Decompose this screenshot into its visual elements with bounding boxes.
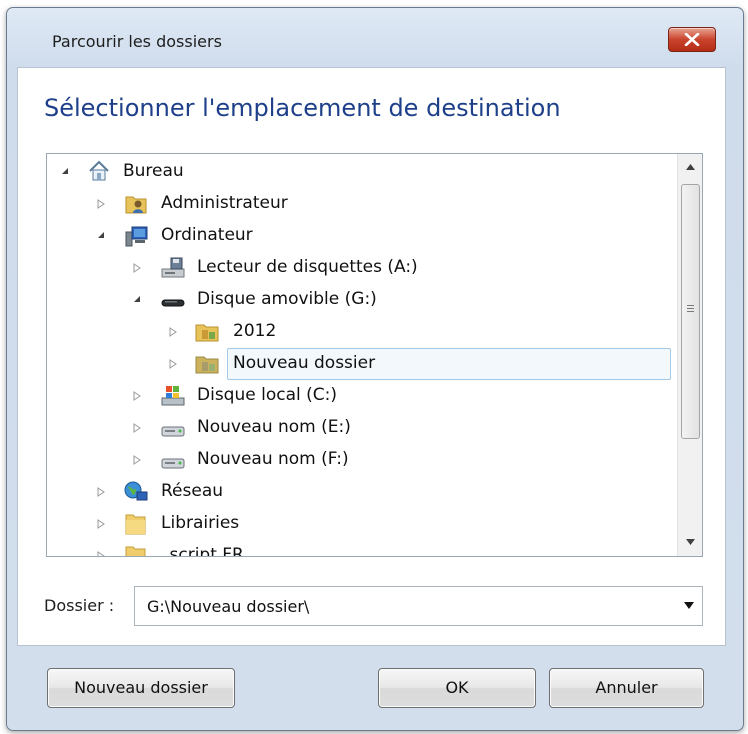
- hard-drive-icon: [161, 458, 185, 469]
- collapsed-arrow-icon[interactable]: [97, 199, 105, 209]
- scroll-thumb[interactable]: [681, 184, 700, 439]
- tree-item-disque-local[interactable]: Disque local (C:): [47, 380, 667, 410]
- tree-item-label: Administrateur: [161, 193, 288, 213]
- tree-item-2012[interactable]: 2012: [47, 316, 667, 346]
- scroll-down-arrow-icon: [686, 539, 695, 545]
- grip-line: [687, 305, 694, 306]
- tree-item-bureau[interactable]: Bureau: [47, 156, 667, 186]
- tree-item-ordinateur[interactable]: Ordinateur: [47, 220, 667, 250]
- collapsed-arrow-icon[interactable]: [133, 263, 141, 273]
- network-icon: [124, 481, 148, 501]
- close-button[interactable]: [668, 27, 716, 52]
- tree-item-label: 2012: [233, 321, 277, 341]
- system-drive-icon: [161, 386, 185, 406]
- tree-item-label: Nouveau nom (E:): [197, 417, 351, 437]
- folder-field-label: Dossier :: [44, 596, 115, 615]
- hard-drive-icon: [161, 426, 185, 437]
- ok-button[interactable]: OK: [378, 668, 536, 708]
- tree-item-nouveau-nom-f[interactable]: Nouveau nom (F:): [47, 444, 667, 474]
- folder-tree[interactable]: Bureau Administrateur Ordinateur Lecteur…: [46, 153, 703, 557]
- instruction-heading: Sélectionner l'emplacement de destinatio…: [44, 94, 561, 122]
- tree-item-administrateur[interactable]: Administrateur: [47, 188, 667, 218]
- tree-item-label: Lecteur de disquettes (A:): [197, 257, 418, 277]
- scroll-up-arrow-icon: [686, 164, 695, 170]
- grip-line: [687, 308, 694, 309]
- tree-item-label: Réseau: [161, 481, 224, 501]
- grip-line: [687, 311, 694, 312]
- user-folder-icon: [125, 196, 147, 214]
- tree-item-reseau[interactable]: Réseau: [47, 476, 667, 506]
- tree-item-label: Bureau: [123, 161, 184, 181]
- new-folder-button[interactable]: Nouveau dossier: [47, 668, 235, 708]
- collapsed-arrow-icon[interactable]: [133, 391, 141, 401]
- computer-icon: [125, 226, 148, 247]
- tree-item-label: Nouveau nom (F:): [197, 449, 349, 469]
- tree-item-librairies[interactable]: Librairies: [47, 508, 667, 538]
- scroll-down-button[interactable]: [678, 530, 702, 556]
- scroll-up-button[interactable]: [678, 154, 702, 180]
- collapsed-arrow-icon[interactable]: [97, 551, 105, 557]
- tree-item-nouveau-nom-e[interactable]: Nouveau nom (E:): [47, 412, 667, 442]
- tree-item-label: _script FR: [161, 545, 244, 557]
- tree-item-nouveau-dossier[interactable]: Nouveau dossier: [47, 348, 667, 378]
- collapsed-arrow-icon[interactable]: [169, 359, 177, 369]
- tree-item-label: Ordinateur: [161, 225, 253, 245]
- vertical-scrollbar[interactable]: [677, 154, 702, 556]
- folder-path-value[interactable]: G:\Nouveau dossier\: [147, 597, 309, 616]
- collapsed-arrow-icon[interactable]: [133, 423, 141, 433]
- collapsed-arrow-icon[interactable]: [169, 327, 177, 337]
- folder-icon: [195, 356, 219, 374]
- tree-item-label: Disque local (C:): [197, 385, 337, 405]
- desktop-home-icon: [89, 160, 109, 181]
- removable-drive-icon: [161, 299, 185, 307]
- collapsed-arrow-icon[interactable]: [97, 487, 105, 497]
- folder-icon: [125, 514, 146, 535]
- folder-icon: [195, 324, 219, 342]
- tree-item-label: Nouveau dossier: [233, 353, 376, 373]
- tree-item-label: Librairies: [161, 513, 240, 533]
- floppy-drive-icon: [161, 257, 185, 278]
- expanded-arrow-icon[interactable]: [97, 231, 105, 239]
- tree-item-label: Disque amovible (G:): [197, 289, 377, 309]
- expanded-arrow-icon[interactable]: [133, 295, 141, 303]
- tree-item-disque-amovible[interactable]: Disque amovible (G:): [47, 284, 667, 314]
- tree-item-lecteur-disquettes[interactable]: Lecteur de disquettes (A:): [47, 252, 667, 282]
- close-icon: [684, 33, 700, 46]
- folder-path-combobox[interactable]: G:\Nouveau dossier\: [134, 586, 703, 626]
- folder-icon: [125, 546, 146, 556]
- collapsed-arrow-icon[interactable]: [133, 455, 141, 465]
- collapsed-arrow-icon[interactable]: [97, 519, 105, 529]
- expanded-arrow-icon[interactable]: [61, 167, 69, 175]
- chevron-down-icon[interactable]: [684, 602, 694, 609]
- tree-item-script-fr[interactable]: _script FR: [47, 540, 667, 557]
- window-title: Parcourir les dossiers: [52, 32, 222, 51]
- cancel-button[interactable]: Annuler: [549, 668, 704, 708]
